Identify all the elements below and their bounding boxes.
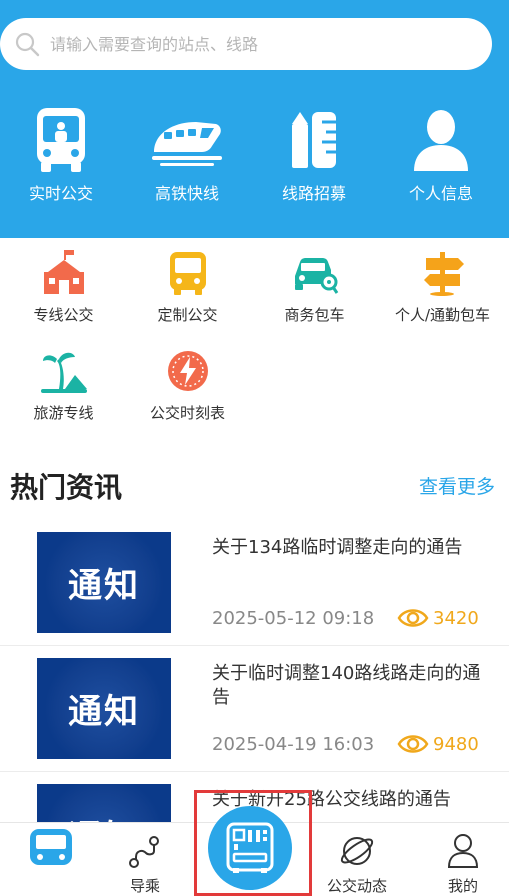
news-item-views: 9480 [397, 732, 479, 756]
bus-icon [124, 248, 251, 298]
tab-home[interactable] [0, 823, 102, 896]
grid-item-label: 个人/通勤包车 [394, 306, 491, 324]
school-building-icon [0, 248, 127, 298]
news-thumbnail: 通知 [37, 658, 171, 759]
person-icon [386, 104, 496, 176]
tab-label: 公交动态 [326, 877, 387, 895]
grid-item-timetable[interactable]: 公交时刻表 [124, 346, 251, 423]
grid-item-label: 定制公交 [157, 306, 218, 324]
news-item-date: 2025-05-12 09:18 [212, 608, 375, 629]
bus-tab-icon [0, 823, 102, 869]
grid-item-label: 旅游专线 [33, 404, 94, 422]
shortcut-label: 个人信息 [408, 184, 473, 203]
grid-item-label: 商务包车 [284, 306, 345, 324]
news-item-title: 关于134路临时调整走向的通告 [212, 537, 463, 558]
shortcut-label: 线路招募 [281, 184, 346, 203]
tab-bus-dynamics[interactable]: 公交动态 [306, 823, 408, 896]
eye-icon [397, 735, 429, 753]
news-item[interactable]: 通知 关于134路临时调整走向的通告 2025-05-12 09:18 3420 [0, 520, 509, 646]
top-shortcuts: 实时公交 高铁快线 线路招募 个人信息 [0, 104, 509, 214]
route-icon [94, 823, 196, 869]
planet-icon [306, 823, 408, 869]
tab-label: 导乘 [129, 877, 160, 895]
shortcut-realtime-bus[interactable]: 实时公交 [6, 104, 116, 204]
ruler-pencil-icon [259, 104, 369, 176]
tab-label: 我的 [447, 877, 478, 895]
thumbnail-text: 通知 [68, 692, 140, 732]
tab-guide[interactable]: 导乘 [94, 823, 196, 896]
news-section-title: 热门资讯 [10, 471, 123, 504]
news-item-title: 关于临时调整140路线路走向的通告 [212, 663, 481, 708]
views-count: 3420 [433, 607, 479, 629]
grid-item-label: 专线公交 [33, 306, 94, 324]
grid-item-tourism-line[interactable]: 旅游专线 [0, 346, 127, 423]
user-icon [412, 823, 509, 869]
news-thumbnail: 通知 [37, 532, 171, 633]
search-input[interactable] [50, 34, 450, 54]
search-icon [15, 32, 40, 57]
service-grid: 专线公交 定制公交 商务包车 个人/通勤包车 旅游专线 公交时刻表 [0, 238, 509, 438]
high-speed-train-icon [132, 104, 242, 176]
news-header: 热门资讯 查看更多 [0, 458, 509, 514]
palm-island-icon [0, 346, 127, 396]
thumbnail-text: 通知 [68, 566, 140, 606]
tab-profile[interactable]: 我的 [412, 823, 509, 896]
news-item-views: 3420 [397, 606, 479, 630]
grid-item-business-charter[interactable]: 商务包车 [251, 248, 378, 325]
scan-bus-code-icon [226, 822, 274, 873]
shortcut-route-recruit[interactable]: 线路招募 [259, 104, 369, 204]
eye-icon [397, 609, 429, 627]
car-key-icon [251, 248, 378, 298]
clock-lightning-icon [124, 346, 251, 396]
view-more-link[interactable]: 查看更多 [419, 472, 495, 499]
top-banner: 实时公交 高铁快线 [0, 0, 509, 238]
shortcut-personal-info[interactable]: 个人信息 [386, 104, 496, 204]
bus-front-icon [6, 104, 116, 176]
grid-item-commute-charter[interactable]: 个人/通勤包车 [376, 248, 509, 325]
shortcut-label: 实时公交 [28, 184, 93, 203]
views-count: 9480 [433, 733, 479, 755]
grid-item-special-line[interactable]: 专线公交 [0, 248, 127, 325]
news-item[interactable]: 通知 关于临时调整140路线路走向的通告 2025-04-19 16:03 94… [0, 646, 509, 772]
scan-bus-code-button[interactable] [208, 806, 292, 890]
grid-item-label: 公交时刻表 [149, 404, 225, 422]
shortcut-high-speed[interactable]: 高铁快线 [132, 104, 242, 204]
shortcut-label: 高铁快线 [154, 184, 219, 203]
search-bar[interactable] [0, 18, 492, 70]
signpost-icon [376, 248, 509, 298]
news-item-date: 2025-04-19 16:03 [212, 734, 375, 755]
grid-item-custom-bus[interactable]: 定制公交 [124, 248, 251, 325]
